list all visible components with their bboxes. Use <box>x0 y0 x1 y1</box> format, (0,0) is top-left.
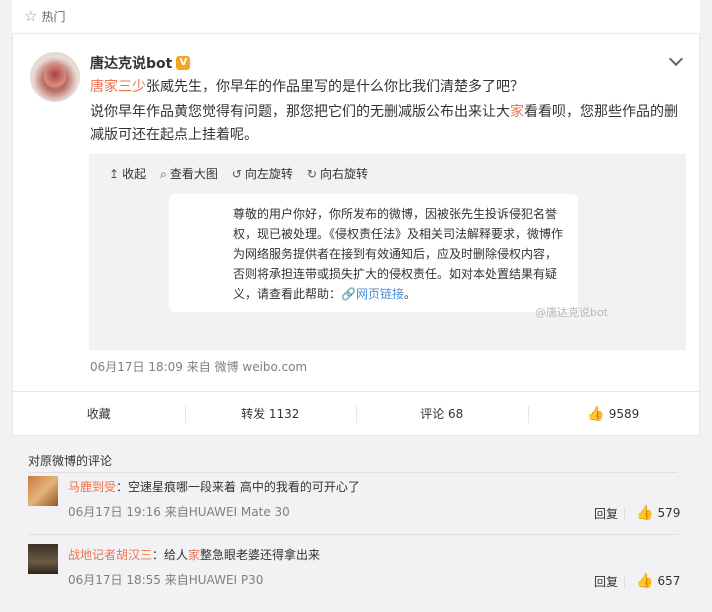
like-button[interactable]: 👍 9589 <box>527 392 700 435</box>
star-icon: ☆ <box>24 7 38 25</box>
commenter-name[interactable]: 战地记者胡汉三 <box>68 548 152 562</box>
weibo-post: 唐达克说bot V 唐家三少张威先生，你早年的作品里写的是什么你比我们清楚多了吧… <box>12 34 700 391</box>
comment-text: 战地记者胡汉三：给人家整急眼老婆还得拿出来 <box>68 548 321 562</box>
comment-item: 马鹿到受：空速星痕哪一段来着 高中的我看的可开心了 06月17日 19:16 来… <box>28 476 692 536</box>
commenter-avatar[interactable] <box>28 544 58 574</box>
mention-link[interactable]: 唐家三少 <box>90 79 146 95</box>
user-avatar[interactable] <box>30 52 80 102</box>
media-preview: ↥ 收起 ⌕ 查看大图 ↺ 向左旋转 ↻ 向右旋转 尊敬的用户你好，你所发布的微博，因被… <box>89 154 686 350</box>
collapse-button[interactable]: ↥ 收起 <box>109 165 146 182</box>
media-toolbar: ↥ 收起 ⌕ 查看大图 ↺ 向左旋转 ↻ 向右旋转 <box>109 165 368 182</box>
reply-button[interactable]: 回复 <box>594 573 618 590</box>
post-timestamp[interactable]: 06月17日 18:09 来自 微博 weibo.com <box>90 358 307 375</box>
comment-text: 马鹿到受：空速星痕哪一段来着 高中的我看的可开心了 <box>68 480 360 494</box>
repost-button[interactable]: 转发 1132 <box>184 392 357 435</box>
web-link[interactable]: 🔗网页链接 <box>341 287 404 301</box>
verified-badge-icon: V <box>176 56 191 70</box>
rotate-left-button[interactable]: ↺ 向左旋转 <box>232 165 293 182</box>
rotate-right-icon: ↻ <box>306 167 317 181</box>
commenter-avatar[interactable] <box>28 476 58 506</box>
collapse-icon: ↥ <box>109 167 120 181</box>
search-icon: ⌕ <box>160 167 167 181</box>
comments-title: 对原微博的评论 <box>28 454 679 473</box>
comment-meta: 06月17日 18:55 来自HUAWEI P30 <box>68 573 264 587</box>
notice-text: 尊敬的用户你好，你所发布的微博，因被张先生投诉侵犯名誉权，现已被处理。《侵权责任… <box>233 207 564 301</box>
comment-button[interactable]: 评论 68 <box>356 392 528 435</box>
username-text[interactable]: 唐达克说bot <box>90 53 172 73</box>
favorite-button[interactable]: 收藏 <box>13 392 185 435</box>
post-text-body: 说你早年作品黄您觉得有问题，那您把它们的无删减版公布出来让大家看看呗，您那些作品… <box>90 104 678 143</box>
thumbs-up-icon: 👍 <box>636 505 654 521</box>
action-bar: 收藏 转发 1132 评论 68 👍 9589 <box>12 391 700 436</box>
comment-item: 战地记者胡汉三：给人家整急眼老婆还得拿出来 06月17日 18:55 来自HUA… <box>28 544 692 604</box>
thumbs-up-icon: 👍 <box>587 405 605 422</box>
username[interactable]: 唐达克说bot V <box>90 53 191 73</box>
rotate-right-button[interactable]: ↻ 向右旋转 <box>307 165 368 182</box>
rotate-left-icon: ↺ <box>231 167 242 181</box>
comment-meta: 06月17日 19:16 来自HUAWEI Mate 30 <box>68 505 290 519</box>
comment-like-button[interactable]: 👍 657 <box>623 573 680 589</box>
post-text-line1: 唐家三少张威先生，你早年的作品里写的是什么你比我们清楚多了吧？ <box>90 79 524 95</box>
comments-section: 对原微博的评论 马鹿到受：空速星痕哪一段来着 高中的我看的可开心了 06月17日… <box>12 444 700 612</box>
divider <box>28 534 678 535</box>
comment-like-button[interactable]: 👍 579 <box>623 505 680 521</box>
commenter-name[interactable]: 马鹿到受 <box>68 480 116 494</box>
thumbs-up-icon: 👍 <box>636 573 654 589</box>
image-watermark: @唐达克说bot <box>534 306 608 319</box>
chevron-down-icon[interactable] <box>668 51 684 67</box>
reply-button[interactable]: 回复 <box>594 505 618 522</box>
view-large-button[interactable]: ⌕ 查看大图 <box>160 165 218 182</box>
hot-label: 热门 <box>41 10 66 24</box>
takedown-notice: 尊敬的用户你好，你所发布的微博，因被张先生投诉侵犯名誉权，现已被处理。《侵权责任… <box>169 194 578 312</box>
hot-bar: ☆ 热门 <box>12 0 700 34</box>
